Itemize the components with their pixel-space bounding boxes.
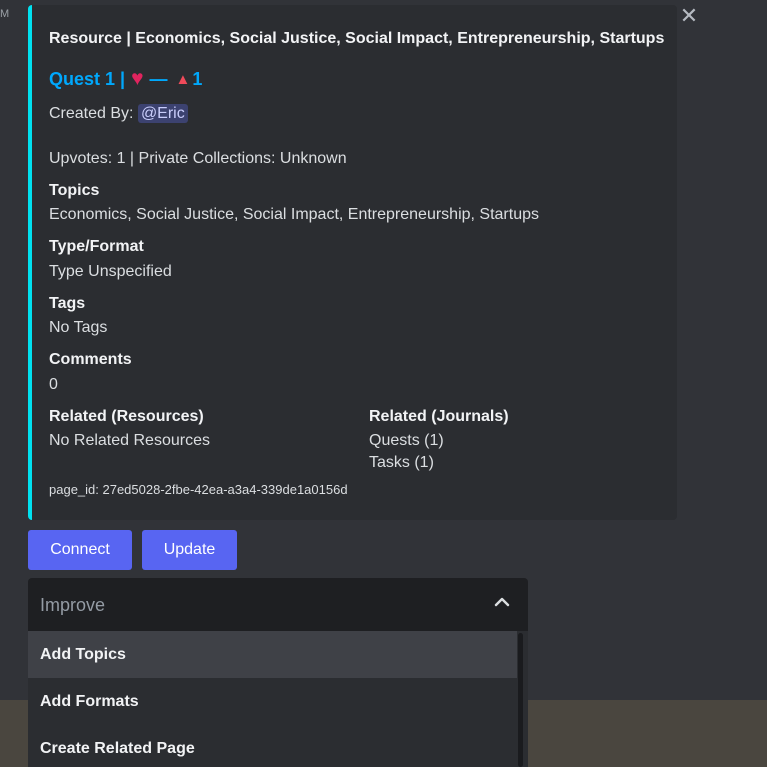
- type-header: Type/Format: [49, 238, 144, 255]
- user-mention[interactable]: @Eric: [137, 104, 188, 123]
- resource-embed: Resource | Economics, Social Justice, So…: [28, 5, 677, 520]
- heart-icon: ♥: [131, 67, 144, 90]
- embed-title: Resource | Economics, Social Justice, So…: [49, 30, 665, 47]
- close-icon[interactable]: ✕: [678, 5, 700, 28]
- improve-select[interactable]: Improve: [28, 578, 528, 631]
- created-by: Created By: @Eric: [49, 104, 188, 123]
- tags-header: Tags: [49, 295, 86, 312]
- improve-dropdown[interactable]: Improve Add Topics Add Formats Create Re…: [28, 578, 528, 767]
- improve-select-label: Improve: [40, 595, 106, 615]
- improve-options: Add Topics Add Formats Create Related Pa…: [28, 631, 528, 767]
- topics-value: Economics, Social Justice, Social Impact…: [49, 206, 539, 223]
- upvote-count: 1: [192, 68, 203, 89]
- dash-separator: —: [149, 68, 168, 89]
- dropdown-scrollbar[interactable]: [518, 633, 523, 767]
- related-resources-value: No Related Resources: [49, 432, 210, 449]
- related-resources-header: Related (Resources): [49, 408, 204, 425]
- option-create-related-page[interactable]: Create Related Page: [28, 725, 517, 767]
- update-button[interactable]: Update: [142, 530, 237, 570]
- created-by-label: Created By:: [49, 105, 134, 122]
- stats-line: Upvotes: 1 | Private Collections: Unknow…: [49, 150, 347, 167]
- connect-button[interactable]: Connect: [28, 530, 132, 570]
- page-id: page_id: 27ed5028-2fbe-42ea-a3a4-339de1a…: [49, 482, 348, 497]
- corner-text: M: [0, 8, 10, 20]
- type-value: Type Unspecified: [49, 263, 172, 280]
- chevron-up-icon[interactable]: [492, 592, 512, 612]
- comments-value: 0: [49, 376, 58, 393]
- option-add-formats[interactable]: Add Formats: [28, 678, 517, 725]
- quest-link[interactable]: Quest 1 |: [49, 69, 125, 90]
- comments-header: Comments: [49, 351, 132, 368]
- topics-header: Topics: [49, 182, 100, 199]
- option-add-topics[interactable]: Add Topics: [28, 631, 517, 678]
- related-journal-tasks: Tasks (1): [369, 454, 434, 471]
- upvote-triangle-icon: ▲: [175, 70, 191, 88]
- quest-line[interactable]: Quest 1 | ♥ — ▲ 1: [49, 67, 202, 91]
- related-journals-header: Related (Journals): [369, 408, 509, 425]
- tags-value: No Tags: [49, 319, 108, 336]
- related-journal-quests: Quests (1): [369, 432, 444, 449]
